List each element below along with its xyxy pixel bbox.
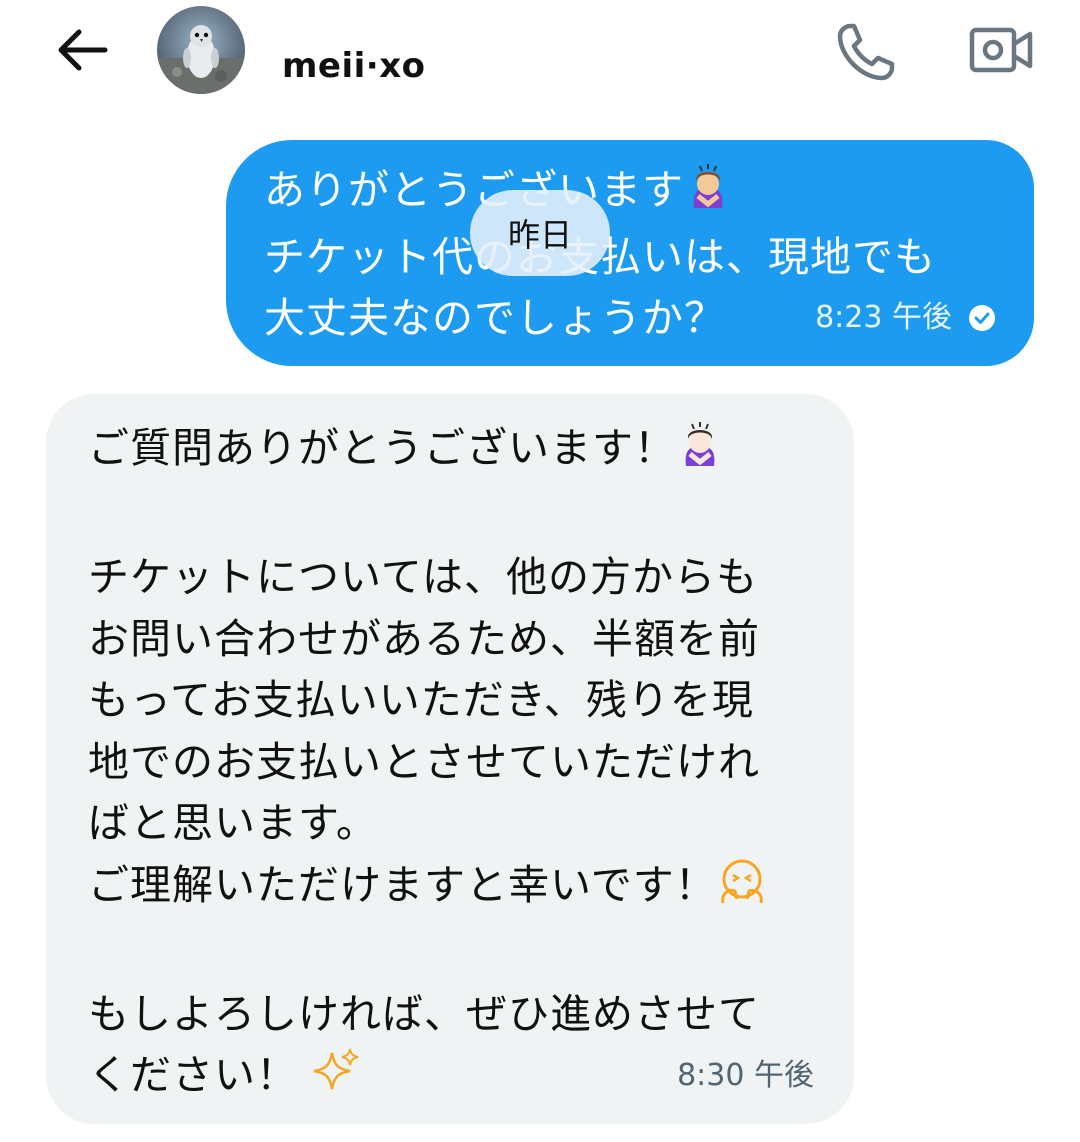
avatar[interactable] [157,6,245,94]
message-line: 大丈夫なのでしょうか？ [264,294,726,342]
message-line: 地でのお支払いとさせていただけれ [88,737,760,786]
sparkles-icon [312,1047,360,1113]
date-separator: 昨日 [470,190,610,276]
face-with-hands-emoji [717,857,767,923]
message-line: ご理解いただけますと幸いです！ [88,860,717,909]
message-line: ありがとうございます [264,166,684,214]
contact-name[interactable]: meii·xo [282,46,426,86]
message-line: ご質問ありがとうございます！ [88,424,676,472]
message-line: チケットについては、他の方からも [88,553,758,601]
message-bubble-outgoing[interactable]: ありがとうございます チケット代のお支払いは、現地でも 大丈夫なのでしょうか？ … [226,140,1034,366]
message-line: もってお支払いいただき、残りを現 [88,676,754,724]
call-button[interactable] [832,18,900,86]
chat-header: meii·xo [0,0,1080,110]
message-bubble-incoming[interactable]: ご質問ありがとうございます！ チケットについては、他の方からも お問い合わせがあ… [46,394,854,1124]
message-timestamp: 8:30 午後 [677,1058,814,1093]
person-bowing-emoji [684,162,732,227]
message-line: ばと思います。 [88,799,378,847]
person-bowing-emoji [676,420,724,486]
penguin-avatar-image [157,6,245,94]
message-line: ください！ [88,1051,298,1099]
arrow-left-icon [58,29,108,71]
video-camera-icon [969,27,1033,73]
read-check-icon [969,305,995,331]
back-button[interactable] [52,22,112,78]
message-line: お問い合わせがあるため、半額を前 [88,614,760,663]
message-text: ご質問ありがとうございます！ チケットについては、他の方からも お問い合わせがあ… [88,418,828,1113]
message-line: もしよろしければ、ぜひ進めさせて [88,989,760,1038]
phone-icon [837,23,895,81]
video-call-button[interactable] [968,22,1036,78]
message-timestamp: 8:23 午後 [815,300,952,335]
